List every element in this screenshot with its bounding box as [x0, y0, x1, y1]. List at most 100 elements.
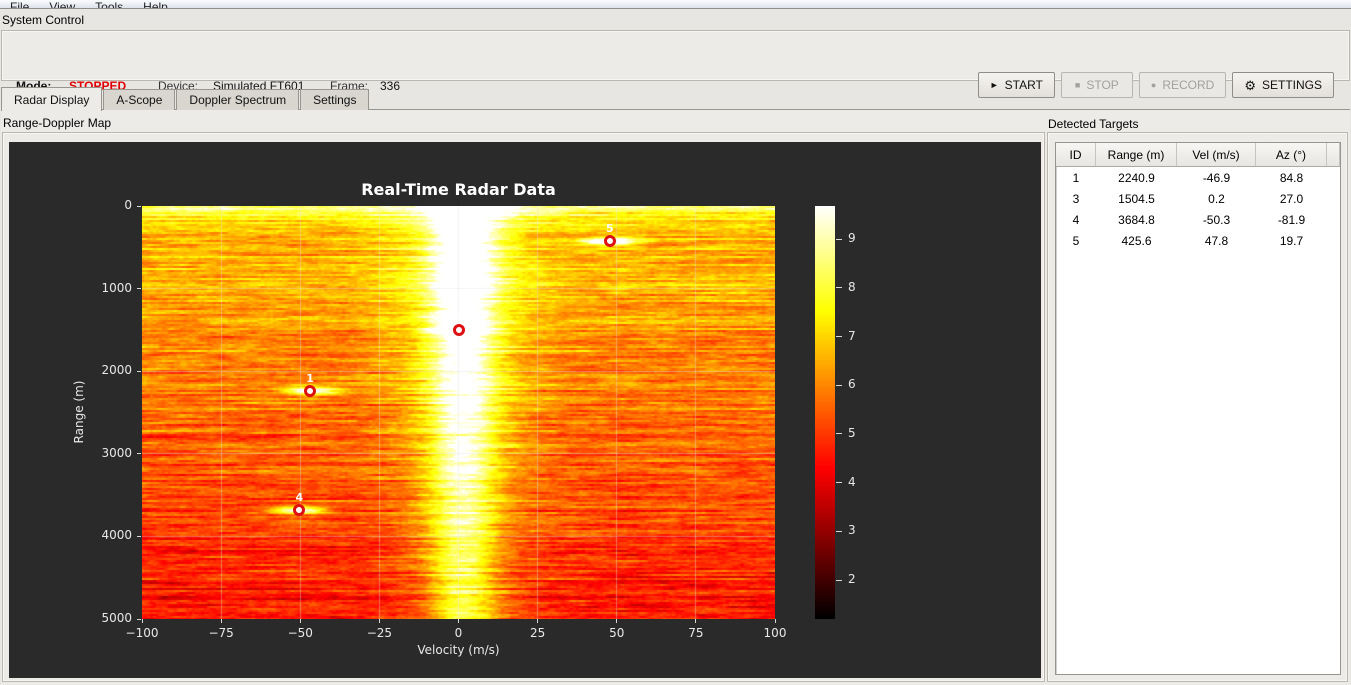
tick-mark [836, 238, 842, 240]
table-cell [1327, 188, 1340, 209]
tick-mark [695, 619, 697, 623]
table-cell: 5 [1072, 233, 1080, 248]
table-cell: 4 [1072, 212, 1080, 227]
column-header-filler[interactable] [1327, 143, 1340, 167]
table-cell: -46.9 [1202, 170, 1231, 185]
targets-table: ID Range (m) Vel (m/s) Az (°) 1 2240.9 -46.9 8… [1055, 142, 1341, 675]
system-control-title: System Control [2, 13, 85, 27]
x-tick-label: 100 [763, 626, 787, 640]
tick-mark [458, 619, 459, 623]
target-marker-5 [603, 235, 616, 248]
record-icon: ● [1150, 79, 1157, 90]
range-doppler-map-title: Range-Doppler Map [3, 116, 112, 130]
menu-file[interactable]: File [0, 0, 39, 8]
tick-mark [141, 619, 143, 623]
tick-mark [836, 530, 842, 532]
table-cell: 19.7 [1279, 233, 1304, 248]
colorbar-tick-label: 2 [848, 572, 856, 587]
button-label: START [1004, 78, 1043, 92]
colorbar-tick-label: 5 [848, 425, 856, 440]
menu-bar: File View Tools Help [0, 0, 1351, 9]
table-cell: 2240.9 [1118, 170, 1155, 185]
tab-doppler-spectrum[interactable]: Doppler Spectrum [176, 89, 300, 110]
colorbar-tick-label: 3 [848, 523, 856, 538]
record-button[interactable]: ● RECORD [1138, 72, 1227, 98]
control-button-row: ► START ■ STOP ● RECORD ⚙ SETTINGS [977, 72, 1334, 98]
menu-help[interactable]: Help [133, 0, 178, 8]
table-row[interactable]: 1 2240.9 -46.9 84.8 [1056, 167, 1340, 188]
x-tick-label: −100 [125, 626, 159, 640]
x-tick-label: 25 [529, 626, 546, 640]
x-tick-label: −75 [208, 626, 234, 640]
button-label: SETTINGS [1261, 78, 1322, 92]
y-tick-label: 3000 [101, 445, 132, 460]
target-marker-label: 1 [306, 372, 314, 386]
plot-title: Real-Time Radar Data [361, 180, 556, 199]
button-label: STOP [1086, 78, 1119, 92]
play-icon: ► [989, 79, 999, 90]
frame-value: 336 [380, 79, 401, 93]
menu-view[interactable]: View [39, 0, 85, 8]
table-cell: 27.0 [1279, 191, 1304, 206]
button-label: RECORD [1162, 78, 1215, 92]
table-row[interactable]: 3 1504.5 0.2 27.0 [1056, 188, 1340, 209]
y-tick-label: 4000 [101, 528, 132, 543]
table-cell: 3 [1072, 191, 1080, 206]
colorbar-tick-label: 4 [848, 474, 856, 489]
column-header-range-m-[interactable]: Range (m) [1096, 143, 1177, 167]
tick-mark [220, 619, 222, 623]
stop-button[interactable]: ■ STOP [1060, 72, 1133, 98]
table-cell: 425.6 [1121, 233, 1152, 248]
x-tick-label: −50 [287, 626, 313, 640]
tick-mark [137, 288, 141, 290]
colorbar-tick-label: 9 [848, 231, 856, 246]
table-cell: -81.9 [1277, 212, 1306, 227]
table-cell: 0.2 [1208, 191, 1225, 206]
table-cell [1327, 230, 1340, 251]
targets-table-header: ID Range (m) Vel (m/s) Az (°) [1056, 143, 1340, 167]
table-row[interactable]: 5 425.6 47.8 19.7 [1056, 230, 1340, 251]
x-tick-label: −25 [366, 626, 393, 640]
table-cell: -50.3 [1202, 212, 1231, 227]
range-doppler-plot: Real-Time Radar Data Range (m) Velocity … [9, 142, 1041, 678]
gear-icon: ⚙ [1244, 77, 1256, 93]
tick-mark [836, 579, 842, 581]
tick-mark [137, 205, 141, 207]
column-header-az-[interactable]: Az (°) [1256, 143, 1327, 167]
tick-mark [137, 618, 141, 620]
x-axis-label: Velocity (m/s) [417, 643, 500, 657]
targets-table-body: 1 2240.9 -46.9 84.8 3 1504.5 0.2 27.0 4 3684.8 -50… [1056, 167, 1340, 251]
tick-mark [836, 287, 842, 289]
settings-button[interactable]: ⚙ SETTINGS [1232, 72, 1334, 98]
y-tick-label: 1000 [101, 280, 132, 295]
tab-settings[interactable]: Settings [300, 89, 370, 110]
target-marker-label: 4 [295, 491, 304, 505]
tick-mark [836, 384, 842, 386]
y-axis-label: Range (m) [72, 380, 86, 444]
tab-page-radar-display: Range-Doppler Map Real-Time Radar Data R… [1, 109, 1350, 685]
column-header-vel-m-s-[interactable]: Vel (m/s) [1177, 143, 1256, 167]
column-header-id[interactable]: ID [1056, 143, 1096, 167]
tab-radar-display[interactable]: Radar Display [1, 87, 103, 111]
y-tick-label: 2000 [101, 363, 132, 378]
table-row[interactable]: 4 3684.8 -50.3 -81.9 [1056, 209, 1340, 230]
range-doppler-heatmap [142, 206, 775, 619]
start-button[interactable]: ► START [977, 72, 1055, 98]
tab-bar: Radar Display A-Scope Doppler Spectrum Sett… [1, 86, 370, 111]
tick-mark [616, 619, 618, 623]
stop-icon: ■ [1074, 79, 1081, 90]
tab-a-scope[interactable]: A-Scope [103, 89, 176, 110]
menu-tools[interactable]: Tools [85, 0, 133, 8]
tick-mark [836, 433, 842, 435]
tick-mark [137, 370, 141, 372]
colorbar-tick-label: 8 [848, 279, 856, 294]
table-cell [1327, 167, 1340, 188]
target-marker-label: 5 [605, 222, 614, 236]
tick-mark [137, 535, 141, 537]
y-tick-label: 0 [124, 198, 132, 212]
tick-mark [137, 453, 141, 455]
table-cell: 1 [1072, 170, 1080, 185]
table-cell: 47.8 [1204, 233, 1229, 248]
table-cell: 3684.8 [1118, 212, 1155, 227]
colorbar [815, 206, 835, 619]
